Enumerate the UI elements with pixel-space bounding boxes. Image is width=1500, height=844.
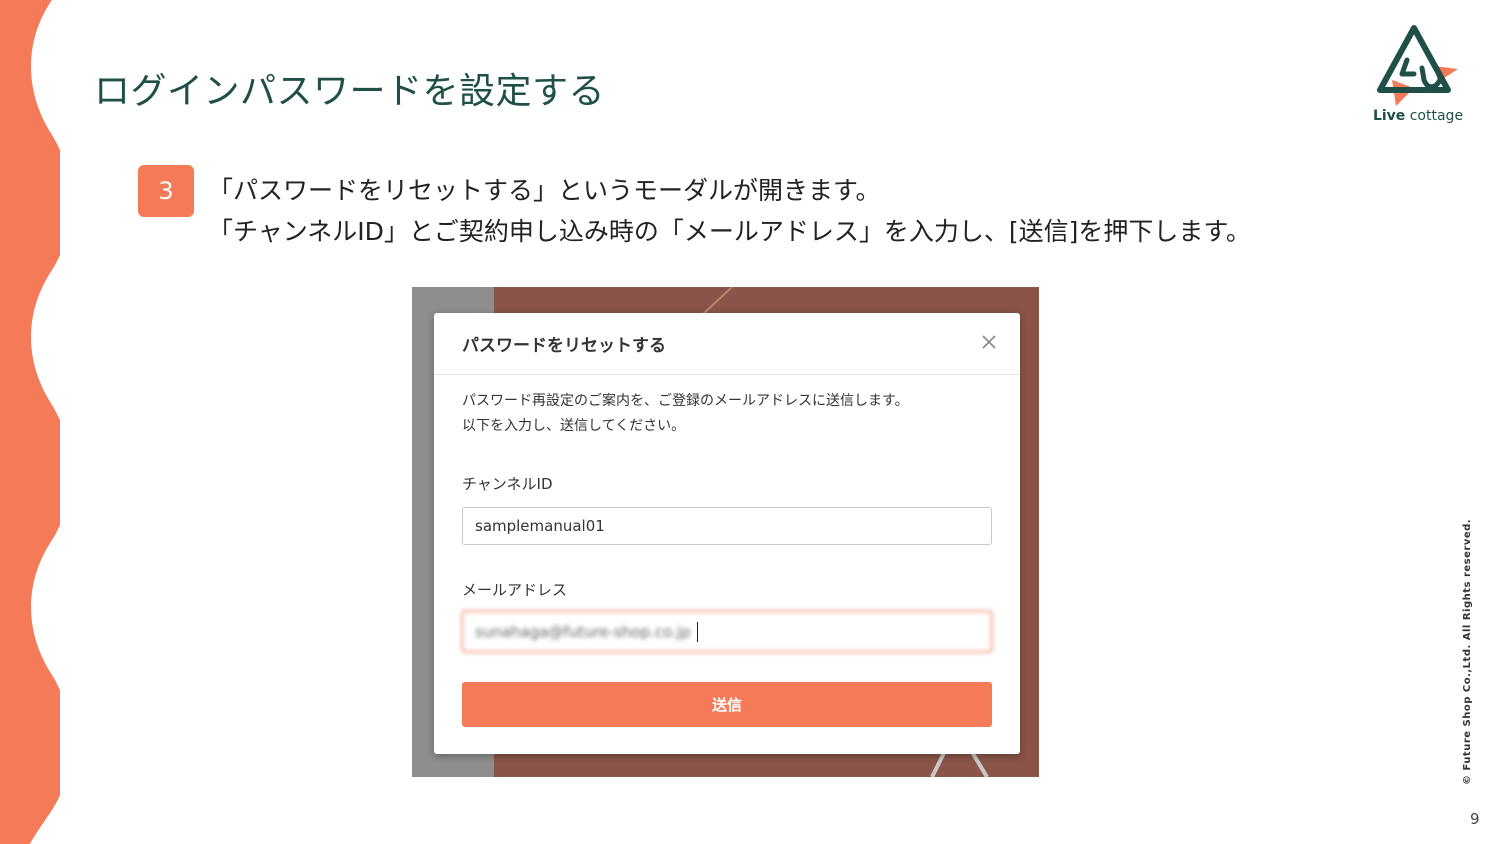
modal-title: パスワードをリセットする: [462, 336, 666, 356]
page-title: ログインパスワードを設定する: [94, 71, 606, 112]
description-line: 以下を入力し、送信してください。: [462, 418, 686, 434]
decorative-wave: [0, 0, 60, 844]
page-number: 9: [1470, 810, 1480, 828]
submit-button[interactable]: 送信: [462, 682, 992, 727]
instruction-line: 「チャンネルID」とご契約申し込み時の「メールアドレス」を入力し、[送信]を押下…: [208, 217, 1251, 246]
modal-header: パスワードをリセットする: [434, 313, 1020, 375]
brand-wordmark: Live cottage: [1372, 108, 1464, 124]
email-label: メールアドレス: [462, 581, 568, 599]
step-instructions: 「パスワードをリセットする」というモーダルが開きます。 「チャンネルID」とご契…: [208, 170, 1251, 252]
screenshot-frame: パスワードをリセットする パスワード再設定のご案内を、ご登録のメールアドレスに送…: [412, 287, 1039, 777]
description-line: パスワード再設定のご案内を、ご登録のメールアドレスに送信します。: [462, 393, 909, 409]
step-number-badge: 3: [138, 165, 194, 217]
channel-id-label: チャンネルID: [462, 475, 553, 493]
text-caret: [697, 622, 698, 642]
brand-logo: Live cottage: [1362, 22, 1474, 132]
copyright-notice: © Future Shop Co.,Ltd. All Rights reserv…: [1462, 518, 1473, 785]
modal-description: パスワード再設定のご案内を、ご登録のメールアドレスに送信します。 以下を入力し、…: [462, 389, 1002, 439]
instruction-line: 「パスワードをリセットする」というモーダルが開きます。: [208, 176, 881, 205]
channel-id-input[interactable]: [462, 507, 992, 545]
close-icon[interactable]: [976, 329, 1002, 355]
reset-password-modal: パスワードをリセットする パスワード再設定のご案内を、ご登録のメールアドレスに送…: [434, 313, 1020, 754]
email-input[interactable]: [462, 611, 992, 652]
cottage-icon: [1377, 25, 1458, 106]
